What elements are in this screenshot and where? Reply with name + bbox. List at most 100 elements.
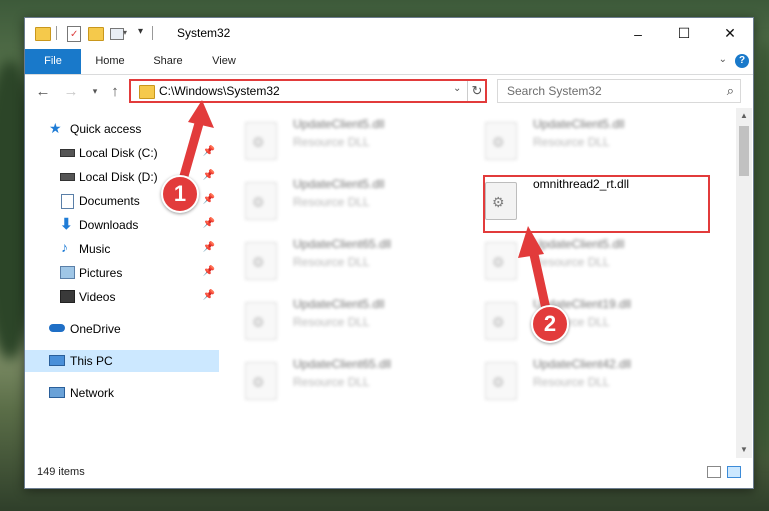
pin-icon[interactable]: 📌 bbox=[203, 194, 215, 205]
file-type: Resource DLL bbox=[293, 255, 370, 269]
file-item[interactable]: ⚙ UpdateClient5.dll Resource DLL bbox=[221, 114, 451, 164]
pin-icon[interactable]: 📌 bbox=[203, 266, 215, 277]
up-arrow-icon[interactable]: ↑ bbox=[105, 81, 125, 101]
new-folder-icon[interactable] bbox=[88, 25, 104, 41]
address-path: C:\Windows\System32 bbox=[159, 84, 280, 98]
nav-label: This PC bbox=[70, 354, 113, 368]
search-box[interactable]: Search System32 ⌕ bbox=[497, 79, 741, 103]
file-item[interactable]: ⚙ UpdateClient65.dll Resource DLL bbox=[221, 354, 451, 404]
address-bar[interactable]: C:\Windows\System32 ⌄ ↻ bbox=[129, 79, 487, 103]
dll-file-icon: ⚙ bbox=[485, 362, 517, 400]
file-item[interactable]: ⚙ UpdateClient65.dll Resource DLL bbox=[221, 234, 451, 284]
drive-icon bbox=[60, 149, 75, 157]
nav-label: Music bbox=[79, 242, 111, 256]
separator bbox=[56, 26, 57, 40]
forward-arrow-icon[interactable]: → bbox=[61, 81, 81, 101]
vertical-scrollbar[interactable]: ▲ ▼ bbox=[736, 108, 752, 458]
nav-label: Local Disk (C:) bbox=[79, 146, 158, 160]
file-item[interactable]: ⚙ UpdateClient5.dll Resource DLL bbox=[221, 174, 451, 224]
nav-item-local-disk-c[interactable]: Local Disk (C:) 📌 bbox=[25, 142, 219, 164]
tab-view[interactable]: View bbox=[201, 49, 247, 74]
gear-icon: ⚙ bbox=[492, 254, 505, 270]
nav-label: OneDrive bbox=[70, 322, 121, 336]
gear-icon: ⚙ bbox=[252, 134, 265, 150]
tab-share[interactable]: Share bbox=[143, 49, 193, 74]
pin-icon[interactable]: 📌 bbox=[203, 170, 215, 181]
file-item[interactable]: ⚙ UpdateClient5.dll Resource DLL bbox=[461, 234, 691, 284]
item-count: 149 items bbox=[37, 466, 85, 478]
pin-icon[interactable]: 📌 bbox=[203, 242, 215, 253]
recent-locations-chevron-icon[interactable]: ▾ bbox=[85, 81, 105, 101]
file-type: Resource DLL bbox=[293, 375, 370, 389]
file-type: Resource DLL bbox=[293, 315, 370, 329]
window-title: System32 bbox=[177, 26, 231, 40]
properties-icon[interactable]: ✓ bbox=[66, 25, 82, 42]
quick-access-dropdown-icon[interactable]: ▾ bbox=[138, 26, 143, 37]
pin-icon[interactable]: 📌 bbox=[203, 290, 215, 301]
nav-item-videos[interactable]: Videos 📌 bbox=[25, 286, 219, 308]
dll-file-icon: ⚙ bbox=[245, 182, 277, 220]
star-icon: ★ bbox=[49, 120, 62, 136]
chevron-down-icon[interactable]: ⌄ bbox=[719, 54, 727, 65]
scrollbar-thumb[interactable] bbox=[739, 126, 749, 176]
file-name: UpdateClient42.dll bbox=[533, 357, 632, 371]
dll-file-icon: ⚙ bbox=[485, 242, 517, 280]
nav-item-this-pc[interactable]: This PC bbox=[25, 350, 219, 372]
file-item[interactable]: ⚙ UpdateClient5.dll Resource DLL bbox=[221, 294, 451, 344]
pin-icon[interactable]: 📌 bbox=[203, 218, 215, 229]
file-name: UpdateClient65.dll bbox=[293, 237, 392, 251]
file-type: Resource DLL bbox=[293, 135, 370, 149]
videos-icon bbox=[60, 290, 75, 303]
nav-label: Documents bbox=[79, 194, 140, 208]
scroll-up-arrow-icon[interactable]: ▲ bbox=[736, 108, 752, 124]
music-icon: ♪ bbox=[61, 239, 68, 255]
gear-icon: ⚙ bbox=[492, 134, 505, 150]
scroll-down-arrow-icon[interactable]: ▼ bbox=[736, 442, 752, 458]
tab-file[interactable]: File bbox=[25, 49, 81, 74]
callout-badge-2: 2 bbox=[531, 305, 569, 343]
download-icon: ⬇ bbox=[60, 216, 73, 233]
folder-icon bbox=[139, 85, 155, 99]
nav-item-music[interactable]: ♪ Music 📌 bbox=[25, 238, 219, 260]
nav-item-downloads[interactable]: ⬇ Downloads 📌 bbox=[25, 214, 219, 236]
customize-quick-access-icon[interactable]: ▾ bbox=[110, 25, 127, 41]
nav-item-onedrive[interactable]: OneDrive bbox=[25, 318, 219, 340]
file-item[interactable]: ⚙ UpdateClient5.dll Resource DLL bbox=[461, 114, 691, 164]
dll-file-icon: ⚙ bbox=[485, 302, 517, 340]
refresh-icon[interactable]: ↻ bbox=[467, 81, 486, 101]
file-item[interactable]: ⚙ UpdateClient19.dll Resource DLL bbox=[461, 294, 691, 344]
gear-icon: ⚙ bbox=[252, 374, 265, 390]
separator bbox=[152, 26, 153, 40]
folder-icon bbox=[35, 25, 51, 41]
gear-icon: ⚙ bbox=[252, 254, 265, 270]
file-name: UpdateClient65.dll bbox=[293, 357, 392, 371]
dll-file-icon: ⚙ bbox=[485, 122, 517, 160]
callout-badge-1: 1 bbox=[161, 175, 199, 213]
nav-label: Local Disk (D:) bbox=[79, 170, 158, 184]
nav-item-quick-access[interactable]: ★ Quick access bbox=[25, 118, 219, 140]
back-arrow-icon[interactable]: ← bbox=[33, 81, 53, 101]
details-view-icon[interactable] bbox=[707, 466, 721, 478]
gear-icon: ⚙ bbox=[492, 314, 505, 330]
help-button[interactable]: ? bbox=[735, 54, 749, 68]
tab-home[interactable]: Home bbox=[85, 49, 135, 74]
dll-file-icon: ⚙ bbox=[245, 242, 277, 280]
maximize-button[interactable]: ☐ bbox=[661, 18, 707, 49]
close-button[interactable]: ✕ bbox=[707, 18, 753, 49]
address-row: ← → ▾ ↑ C:\Windows\System32 ⌄ ↻ Search S… bbox=[25, 75, 753, 107]
computer-icon bbox=[49, 355, 65, 366]
nav-item-pictures[interactable]: Pictures 📌 bbox=[25, 262, 219, 284]
pin-icon[interactable]: 📌 bbox=[203, 146, 215, 157]
gear-icon: ⚙ bbox=[492, 374, 505, 390]
large-icons-view-icon[interactable] bbox=[727, 466, 741, 478]
dll-file-icon: ⚙ bbox=[245, 302, 277, 340]
address-dropdown-icon[interactable]: ⌄ bbox=[453, 83, 461, 94]
gear-icon: ⚙ bbox=[252, 194, 265, 210]
minimize-button[interactable]: – bbox=[615, 18, 661, 49]
search-placeholder: Search System32 bbox=[507, 84, 602, 98]
nav-item-network[interactable]: Network bbox=[25, 382, 219, 404]
file-type: Resource DLL bbox=[293, 195, 370, 209]
file-explorer-window: ✓ ▾ ▾ System32 – ☐ ✕ File Home Share Vie… bbox=[24, 17, 754, 489]
highlight-box bbox=[483, 175, 710, 233]
file-item[interactable]: ⚙ UpdateClient42.dll Resource DLL bbox=[461, 354, 691, 404]
